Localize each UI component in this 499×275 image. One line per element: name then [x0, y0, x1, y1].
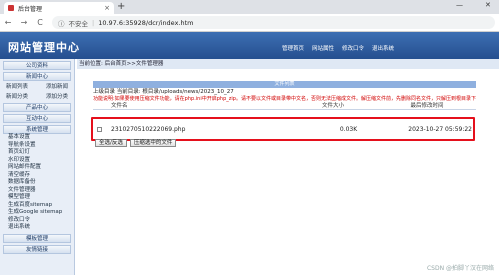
sidebar-section-templates[interactable]: 模板管理	[3, 233, 71, 243]
nav-home[interactable]: 管理首页	[282, 44, 304, 52]
reload-button[interactable]: C	[36, 18, 44, 27]
table-header: 文件名 文件大小 最后修改时间	[93, 103, 476, 110]
address-bar[interactable]: ⓘ 不安全 | 10.97.6:35928/dcr/index.htm	[52, 16, 495, 29]
tab-title: 后台管理	[18, 5, 43, 13]
url-separator: |	[92, 18, 95, 27]
sidebar-row: 新闻分类 添加分类	[0, 91, 74, 101]
security-label: 不安全	[68, 19, 89, 28]
nav-change-password[interactable]: 修改口令	[342, 44, 364, 52]
breadcrumb: 当前位置: 后台首页>>文件管理器	[77, 59, 499, 69]
sidebar-section-company[interactable]: 公司资料	[3, 61, 71, 70]
sidebar-item-news-category[interactable]: 新闻分类	[6, 92, 28, 100]
panel-title: 文件列表	[93, 81, 476, 88]
compress-selected-button[interactable]: 压缩选中的文件	[129, 139, 177, 147]
browser-toolbar: ← → C ⓘ 不安全 | 10.97.6:35928/dcr/index.ht…	[0, 14, 499, 32]
site-logo: 网站管理中心	[8, 41, 80, 54]
sidebar-item-navbar-settings[interactable]: 导航条设置	[0, 142, 74, 150]
sidebar-item-baidu-sitemap[interactable]: 生成百度sitemap	[0, 202, 74, 210]
window-close-icon[interactable]: ✕	[485, 1, 491, 9]
sidebar-section-interaction[interactable]: 互动中心	[3, 114, 71, 123]
sidebar-item-news-list[interactable]: 新闻列表	[6, 82, 28, 90]
select-all-button[interactable]: 全选/反选	[95, 139, 127, 147]
top-nav: 管理首页 网站属性 修改口令 退出系统	[282, 44, 394, 52]
sidebar-item-add-news[interactable]: 添加新闻	[46, 82, 68, 90]
browser-tab[interactable]: 后台管理 ×	[4, 2, 114, 14]
column-modified: 最后修改时间	[410, 103, 444, 109]
sidebar-item-clear-cache[interactable]: 清空缓存	[0, 172, 74, 180]
url-text[interactable]: 10.97.6:35928/dcr/index.htm	[98, 19, 193, 27]
nav-logout[interactable]: 退出系统	[372, 44, 394, 52]
site-header: 网站管理中心 管理首页 网站属性 修改口令 退出系统	[0, 32, 499, 59]
sidebar-section-links[interactable]: 友情链接	[3, 244, 71, 254]
column-filesize: 文件大小	[321, 103, 344, 109]
sidebar-item-file-manager[interactable]: 文件管理器	[0, 187, 74, 195]
sidebar-item-mail-config[interactable]: 网站邮件配置	[0, 164, 74, 172]
sidebar-item-basic-settings[interactable]: 基本设置	[0, 134, 74, 142]
sidebar-section-news[interactable]: 新闻中心	[3, 72, 71, 81]
sidebar-item-slideshow[interactable]: 首页幻灯	[0, 149, 74, 157]
sidebar-item-watermark[interactable]: 水印设置	[0, 157, 74, 165]
sidebar-item-change-password[interactable]: 修改口令	[0, 217, 74, 225]
forward-button[interactable]: →	[20, 18, 28, 27]
sidebar-item-db-backup[interactable]: 数据库备份	[0, 179, 74, 187]
sidebar-item-model-manage[interactable]: 模型管理	[0, 194, 74, 202]
sidebar-item-add-category[interactable]: 添加分类	[46, 92, 68, 100]
watermark: CSDN @拍脚丫汉在网络	[426, 265, 494, 272]
nav-site-props[interactable]: 网站属性	[312, 44, 334, 52]
favicon-icon	[8, 5, 14, 11]
function-tip: 功能说明:如果要使用压缩文件功能，请在php.ini中开启php_zip。请不要…	[93, 96, 476, 102]
highlight-box	[91, 117, 475, 141]
minimize-icon[interactable]: —	[456, 1, 463, 9]
back-button[interactable]: ←	[4, 18, 12, 27]
new-tab-button[interactable]: +	[117, 1, 125, 12]
sidebar-section-products[interactable]: 产品中心	[3, 103, 71, 112]
sidebar-section-system[interactable]: 系统管理	[3, 125, 71, 134]
close-tab-icon[interactable]: ×	[104, 4, 110, 12]
browser-tabbar: 后台管理 × + — ✕	[0, 0, 499, 14]
sidebar-item-logout[interactable]: 退出系统	[0, 224, 74, 232]
sidebar-item-google-sitemap[interactable]: 生成Google sitemap	[0, 209, 74, 217]
file-panel: 文件列表 上级目录 当前目录: 根目录/uploads/news/2023_10…	[93, 81, 476, 110]
sidebar: 公司资料 新闻中心 新闻列表 添加新闻 新闻分类 添加分类 产品中心 互动中心 …	[0, 59, 75, 275]
insecure-icon: ⓘ	[58, 19, 65, 28]
directory-path: 上级目录 当前目录: 根目录/uploads/news/2023_10_27	[93, 89, 234, 95]
file-actions: 全选/反选 压缩选中的文件	[95, 139, 177, 147]
sidebar-row: 新闻列表 添加新闻	[0, 81, 74, 91]
column-filename: 文件名	[111, 103, 128, 109]
